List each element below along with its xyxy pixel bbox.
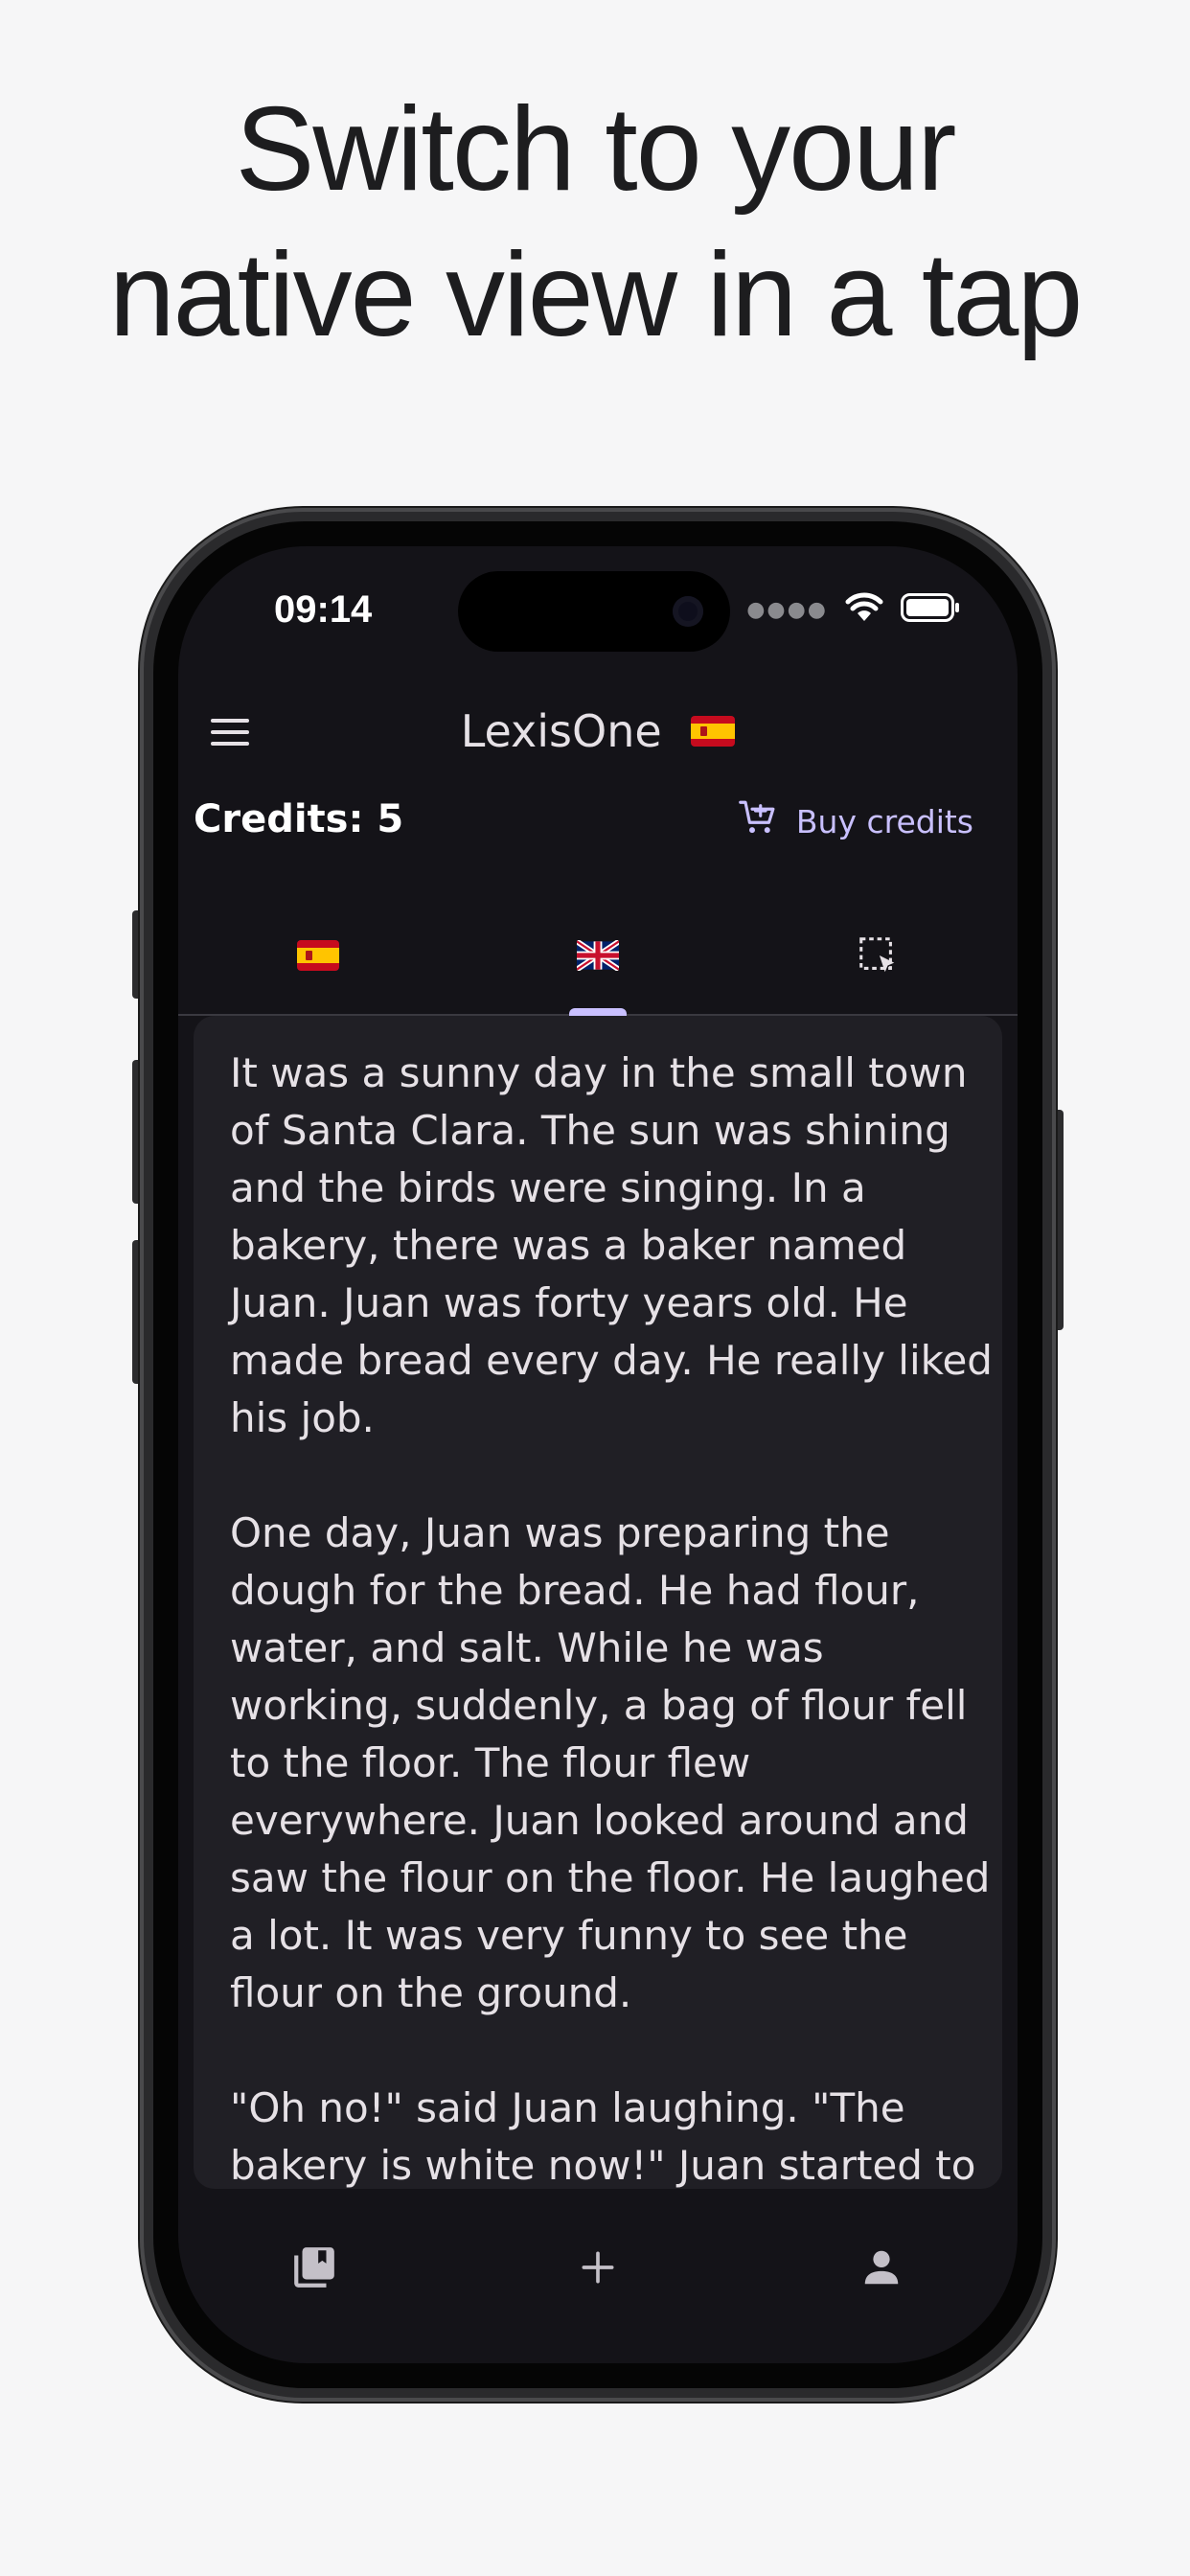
dynamic-island <box>458 571 730 652</box>
plus-icon <box>577 2246 619 2292</box>
nav-library[interactable] <box>276 2231 353 2308</box>
cart-add-icon <box>739 797 779 845</box>
marketing-headline: Switch to your native view in a tap <box>0 77 1190 368</box>
signal-dots-icon: ●●●● <box>746 597 828 622</box>
app-title: LexisOne <box>178 705 1018 757</box>
library-icon <box>290 2243 338 2295</box>
uk-flag-icon <box>575 938 621 975</box>
headline-line-1: Switch to your <box>235 83 957 216</box>
battery-icon <box>901 593 960 626</box>
app-bar: LexisOne <box>178 671 1018 795</box>
spain-flag-icon <box>297 940 339 975</box>
status-time: 09:14 <box>274 588 373 631</box>
front-camera <box>673 596 703 627</box>
select-area-icon <box>856 933 900 981</box>
active-tab-indicator <box>569 1008 627 1016</box>
person-icon <box>859 2245 904 2293</box>
story-text: It was a sunny day in the small town of … <box>230 1049 993 2189</box>
tab-english[interactable] <box>458 901 738 1014</box>
phone-screen: 09:14 ●●●● LexisOne Credits: 5 Buy credi… <box>178 546 1018 2363</box>
story-card[interactable]: It was a sunny day in the small town of … <box>194 1016 1002 2189</box>
credits-count: Credits: 5 <box>194 797 404 841</box>
app-title-text: LexisOne <box>460 705 662 757</box>
buy-credits-label: Buy credits <box>795 802 973 840</box>
spain-flag-icon <box>691 705 736 757</box>
nav-profile[interactable] <box>843 2231 920 2308</box>
tab-spanish[interactable] <box>178 901 458 1014</box>
bottom-navigation <box>178 2214 1018 2329</box>
status-icons: ●●●● <box>746 592 960 627</box>
buy-credits-button[interactable]: Buy credits <box>739 797 973 845</box>
nav-add[interactable] <box>560 2231 636 2308</box>
wifi-icon <box>845 592 883 627</box>
language-tabs <box>178 901 1018 1016</box>
tab-select-area[interactable] <box>738 901 1018 1014</box>
headline-line-2: native view in a tap <box>108 229 1084 361</box>
